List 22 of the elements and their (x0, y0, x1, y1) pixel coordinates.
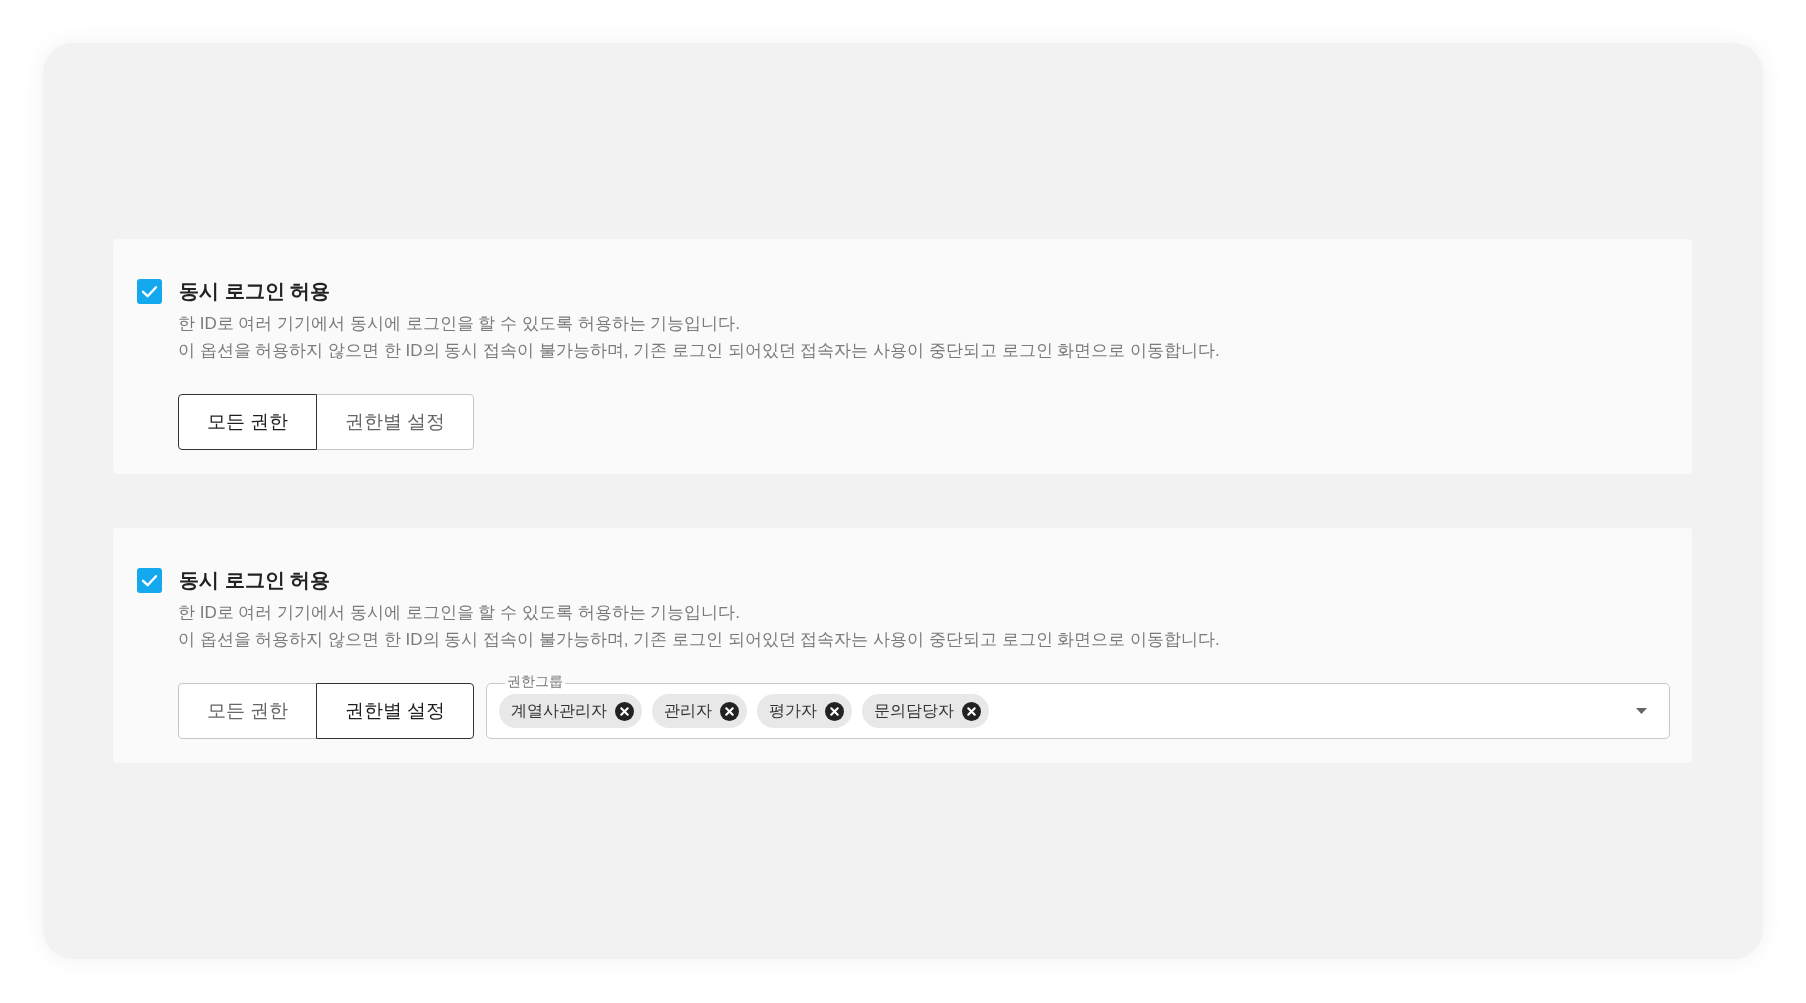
remove-icon[interactable] (720, 701, 740, 721)
chip-label: 문의담당자 (874, 700, 955, 721)
description-text: 한 ID로 여러 기기에서 동시에 로그인을 할 수 있도록 허용하는 기능입니다. (178, 602, 741, 624)
remove-icon[interactable] (962, 701, 982, 721)
scope-toggle-button[interactable]: 권한별 설정 (315, 394, 475, 450)
option-title: 동시 로그인 허용 (179, 568, 331, 593)
chip-label: 평가자 (769, 700, 818, 721)
description-text: 한 ID로 여러 기기에서 동시에 로그인을 할 수 있도록 허용하는 기능입니다. (178, 313, 741, 335)
dropdown-caret-icon[interactable] (1636, 708, 1647, 714)
option-title: 동시 로그인 허용 (179, 279, 331, 304)
description-text: 이 옵션을 허용하지 않으면 한 ID의 동시 접속이 불가능하며, 기존 로그인 되어있던 접속자는 사용이 중단되고 로그인 화면으로 이동합니다. (178, 340, 1221, 362)
remove-icon[interactable] (825, 701, 845, 721)
scope-toggle-button[interactable]: 모든 권한 (178, 394, 318, 450)
scope-toggle-button[interactable]: 권한별 설정 (315, 683, 475, 739)
checkbox[interactable] (137, 567, 162, 593)
checkbox[interactable] (137, 278, 162, 304)
description-text: 이 옵션을 허용하지 않으면 한 ID의 동시 접속이 불가능하며, 기존 로그인 되어있던 접속자는 사용이 중단되고 로그인 화면으로 이동합니다. (178, 629, 1221, 651)
field-label: 권한그룹 (505, 672, 566, 690)
chip-label: 관리자 (664, 700, 713, 721)
scope-toggle-button[interactable]: 모든 권한 (178, 683, 318, 739)
chip-label: 계열사관리자 (511, 700, 608, 721)
remove-icon[interactable] (615, 701, 635, 721)
